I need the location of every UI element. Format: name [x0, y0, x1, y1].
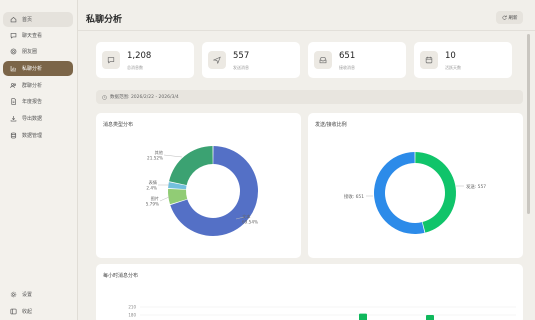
database-icon	[9, 132, 17, 140]
sidebar-item-5[interactable]: 年度报告	[3, 94, 73, 109]
scrollbar[interactable]	[527, 34, 530, 320]
slice-label-percent: 69.54%	[242, 220, 258, 225]
date-range-text: 数据范围: 2026/2/22 - 2026/3/4	[110, 95, 179, 100]
stat-card: 651 接收消息	[308, 42, 406, 78]
report-icon	[9, 98, 17, 106]
pie-slice-1[interactable]	[373, 152, 425, 234]
y-tick-label: 180	[128, 313, 136, 318]
sidebar-bottom-label: 收起	[22, 309, 33, 315]
home-icon	[9, 16, 17, 24]
message-type-chart: 文本69.54%图片5.79%表情2.4%其他21.52%	[146, 146, 258, 236]
stat-card: 1,208 总消息数	[96, 42, 194, 78]
send-receive-title: 发送/接收比例	[315, 122, 347, 128]
collapse-icon	[9, 308, 17, 316]
sidebar-item-label: 首页	[22, 17, 33, 23]
gear-icon	[9, 291, 17, 299]
slice-label-percent: 21.52%	[147, 156, 163, 161]
stat-value: 557	[233, 51, 250, 61]
leader-line	[163, 154, 183, 158]
send-icon	[208, 51, 226, 69]
date-range-bar: 数据范围: 2026/2/22 - 2026/3/4	[96, 90, 523, 104]
stat-label: 总消息数	[127, 65, 143, 70]
stat-card: 10 活跃天数	[414, 42, 512, 78]
page-title: 私聊分析	[86, 15, 123, 25]
sidebar: 首页聊天查看朋友圈私聊分析群聊分析年度报告导出数据数据管理 设置收起	[0, 0, 78, 320]
stat-card: 557 发送消息	[202, 42, 300, 78]
clock-icon	[102, 94, 107, 100]
header-divider	[78, 30, 535, 31]
sidebar-item-2[interactable]: 朋友圈	[3, 44, 73, 59]
slice-label-percent: 5.79%	[146, 202, 159, 207]
sidebar-item-label: 群聊分析	[22, 83, 43, 89]
hourly-chart: 210 180	[128, 305, 516, 320]
sidebar-item-7[interactable]: 数据管理	[3, 128, 73, 143]
hourly-bar[interactable]	[426, 315, 434, 320]
stat-value: 1,208	[127, 51, 152, 61]
pie-slice-3[interactable]	[169, 146, 213, 186]
sidebar-item-4[interactable]: 群聊分析	[3, 78, 73, 93]
stat-label: 发送消息	[233, 65, 249, 70]
send-receive-chart: 发送: 557 接收: 651	[344, 152, 486, 234]
sidebar-item-6[interactable]: 导出数据	[3, 111, 73, 126]
refresh-button[interactable]: 刷新	[496, 11, 523, 24]
download-icon	[9, 115, 17, 123]
main-content: 私聊分析 刷新 1,208 总消息数 557 发送消息 651 接收消息 10 活跃天数 数据…	[78, 0, 535, 320]
message-icon	[102, 51, 120, 69]
chart-icon	[9, 65, 17, 73]
sidebar-bottom-item-1[interactable]: 收起	[3, 304, 73, 319]
hourly-title: 每小时消息分布	[103, 273, 139, 279]
stat-label: 活跃天数	[445, 65, 461, 70]
send-receive-panel: 发送/接收比例 发送: 557 接收: 651	[308, 113, 523, 258]
sidebar-bottom-item-0[interactable]: 设置	[3, 287, 73, 302]
refresh-icon	[502, 15, 507, 20]
stat-label: 接收消息	[339, 65, 355, 70]
moments-icon	[9, 48, 17, 56]
y-tick-label: 210	[128, 305, 136, 310]
calendar-icon	[420, 51, 438, 69]
group-icon	[9, 82, 17, 90]
receive-label: 接收: 651	[344, 193, 364, 200]
sidebar-item-0[interactable]: 首页	[3, 12, 73, 27]
sidebar-item-label: 数据管理	[22, 133, 43, 139]
chat-icon	[9, 32, 17, 40]
hourly-bar[interactable]	[359, 313, 367, 320]
sidebar-item-label: 导出数据	[22, 116, 43, 122]
sidebar-item-label: 年度报告	[22, 99, 43, 105]
sidebar-item-3[interactable]: 私聊分析	[3, 61, 73, 76]
pie-slice-0[interactable]	[415, 152, 456, 233]
stat-value: 10	[445, 51, 456, 61]
send-label: 发送: 557	[466, 183, 486, 190]
leader-line	[159, 196, 170, 202]
sidebar-item-label: 朋友圈	[22, 49, 38, 55]
sidebar-bottom-label: 设置	[22, 292, 33, 298]
refresh-label: 刷新	[508, 15, 518, 21]
inbox-icon	[314, 51, 332, 69]
sidebar-item-label: 私聊分析	[22, 66, 43, 72]
sidebar-item-label: 聊天查看	[22, 33, 43, 39]
scrollbar-thumb[interactable]	[527, 34, 530, 214]
message-type-panel: 消息类型分布 文本 69.54% 图片 5.79% 表情 2.4% 其他 21.52%	[96, 113, 301, 258]
hourly-panel: 每小时消息分布 210 180	[96, 264, 523, 320]
slice-label-percent: 2.4%	[146, 186, 157, 191]
sidebar-item-1[interactable]: 聊天查看	[3, 28, 73, 43]
message-type-title: 消息类型分布	[103, 122, 134, 128]
stat-value: 651	[339, 51, 356, 61]
